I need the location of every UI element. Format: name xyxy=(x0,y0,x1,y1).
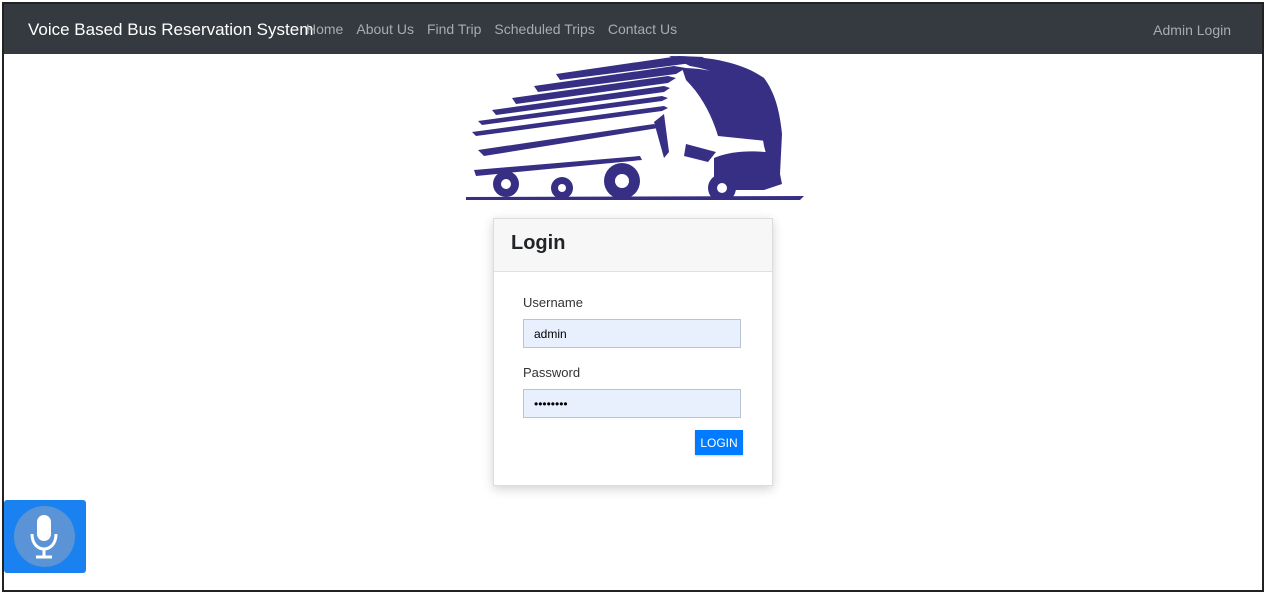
password-label: Password xyxy=(523,365,581,380)
login-title: Login xyxy=(494,219,772,272)
bus-icon xyxy=(466,56,804,200)
username-input[interactable] xyxy=(523,319,741,348)
nav-link-about-us[interactable]: About Us xyxy=(356,4,414,55)
navbar: Voice Based Bus Reservation System Home … xyxy=(4,4,1262,54)
voice-input-circle xyxy=(14,506,75,567)
nav-link-home[interactable]: Home xyxy=(306,4,343,55)
nav-link-scheduled-trips[interactable]: Scheduled Trips xyxy=(494,4,594,55)
brand-title[interactable]: Voice Based Bus Reservation System xyxy=(28,4,313,54)
nav-links: Home About Us Find Trip Scheduled Trips … xyxy=(306,4,690,54)
nav-link-find-trip[interactable]: Find Trip xyxy=(427,4,481,55)
login-button[interactable]: LOGIN xyxy=(695,430,743,455)
nav-link-contact-us[interactable]: Contact Us xyxy=(608,4,677,55)
microphone-icon xyxy=(30,515,58,559)
browser-page: Voice Based Bus Reservation System Home … xyxy=(2,2,1264,592)
login-card: Login Username Password LOGIN xyxy=(493,218,773,486)
username-label: Username xyxy=(523,295,583,310)
voice-input-button[interactable] xyxy=(4,500,86,573)
password-input[interactable] xyxy=(523,389,741,418)
admin-login-link[interactable]: Admin Login xyxy=(1153,4,1231,54)
